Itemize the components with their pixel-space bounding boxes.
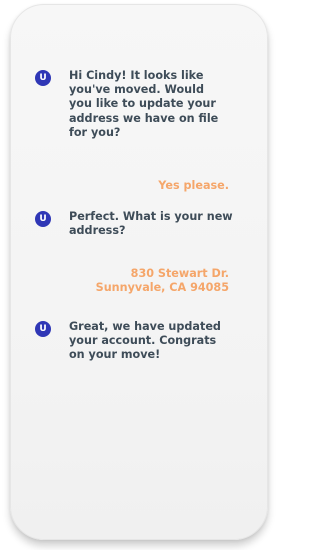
bot-message-text: Great, we have updated your account. Con…: [69, 320, 221, 362]
user-reply-2: 830 Stewart Dr. Sunnyvale, CA 94085: [95, 267, 229, 295]
user-reply-1: Yes please.: [158, 179, 229, 192]
bot-avatar-icon: U: [35, 70, 51, 86]
phone-frame: U Hi Cindy! It looks like you've moved. …: [10, 4, 268, 540]
bot-avatar-icon: U: [35, 211, 51, 227]
bot-message-text: Perfect. What is your new address?: [69, 210, 233, 238]
bot-message-3: U Great, we have updated your account. C…: [35, 320, 221, 363]
bot-avatar-icon: U: [35, 321, 51, 337]
bot-message-text: Hi Cindy! It looks like you've moved. Wo…: [69, 69, 219, 139]
bot-message-2: U Perfect. What is your new address?: [35, 210, 233, 238]
bot-message-1: U Hi Cindy! It looks like you've moved. …: [35, 69, 218, 140]
